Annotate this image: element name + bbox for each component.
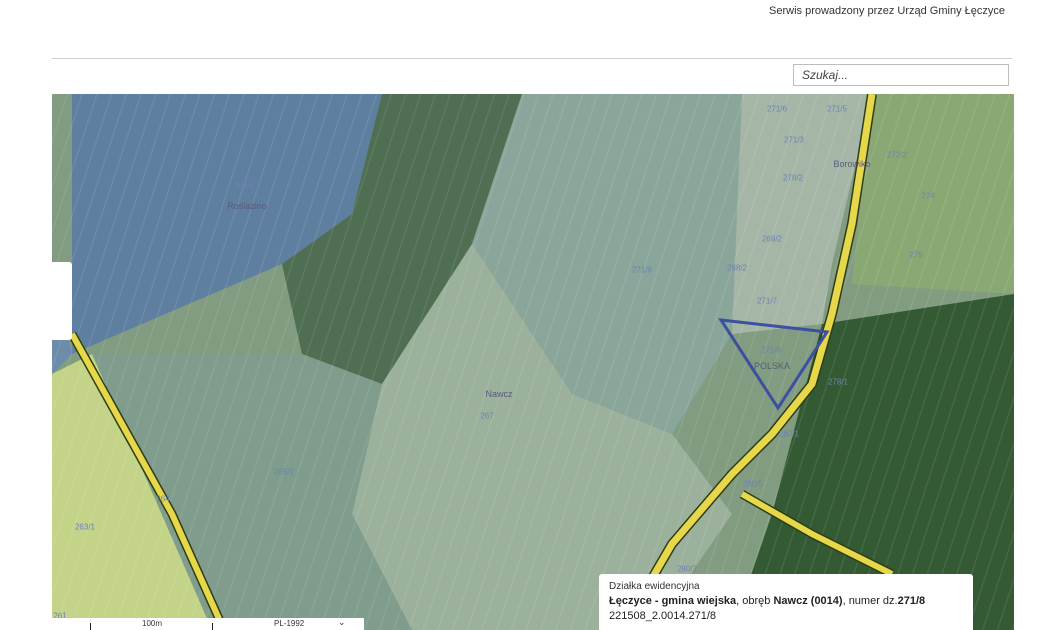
parcel-number: 271/9: [631, 265, 653, 275]
parcel-number: 268/2: [726, 263, 748, 273]
info-title: Działka ewidencyjna: [609, 581, 700, 592]
parcel-number: 280/1: [778, 429, 800, 439]
service-provider-note: Serwis prowadzony przez Urząd Gminy Łęcz…: [769, 5, 1005, 17]
parcel-number: 263/1: [74, 522, 96, 532]
village-label-borowiko: Borowiko: [833, 159, 871, 169]
header-divider: [52, 58, 1012, 59]
info-obreb-prefix: , obręb: [736, 595, 774, 607]
parcel-number: 271/5: [826, 104, 848, 114]
map-view[interactable]: Roślazino Nawcz Borowiko POLSKA 303/4 26…: [52, 94, 1014, 630]
parcel-number: 269/2: [761, 234, 783, 244]
parcel-number: 267: [480, 411, 494, 421]
parcel-number: 303/4: [233, 181, 255, 191]
scale-label: 100m: [142, 619, 163, 628]
chevron-down-icon[interactable]: ⌄: [338, 617, 346, 628]
parcel-number: 265/1: [273, 467, 295, 477]
parcel-number: 271/3: [783, 135, 805, 145]
parcel-number: 278/2: [782, 173, 804, 183]
scale-tick: [212, 623, 213, 630]
info-obreb: Nawcz (0014): [773, 595, 843, 607]
side-panel-toggle[interactable]: [52, 262, 72, 340]
parcel-number: 280/2: [676, 564, 698, 574]
parcel-number: 274: [921, 191, 935, 201]
parcel-number: 271/6: [766, 104, 788, 114]
info-location-line: Łęczyce - gmina wiejska, obręb Nawcz (00…: [609, 594, 963, 609]
search-input[interactable]: Szukaj...: [793, 64, 1009, 86]
crs-select[interactable]: PL-1992: [274, 619, 304, 628]
scale-bar: 100m PL-1992 ⌄: [52, 617, 364, 630]
village-label-nawcz: Nawcz: [485, 389, 513, 399]
parcel-label-polska: POLSKA: [753, 361, 791, 371]
info-parcel-id: 221508_2.0014.271/8: [609, 610, 717, 622]
parcel-number: 272/2: [886, 150, 908, 160]
parcel-number: 271/7: [756, 296, 778, 306]
scale-tick: [90, 623, 91, 630]
orthophoto-map[interactable]: [52, 94, 1014, 630]
parcel-number: 280/5: [742, 479, 764, 489]
info-gmina: Łęczyce - gmina wiejska: [609, 595, 737, 607]
village-label-roslazino: Roślazino: [227, 201, 267, 211]
parcel-number: 264: [156, 494, 170, 504]
parcel-number: 271/8: [760, 345, 782, 355]
parcel-info-box: Działka ewidencyjna Łęczyce - gmina wiej…: [599, 574, 973, 630]
info-numer-prefix: , numer dz.: [842, 595, 898, 607]
parcel-number: 278/1: [827, 377, 849, 387]
info-numer: 271/8: [897, 595, 926, 607]
parcel-number: 275: [909, 250, 923, 260]
